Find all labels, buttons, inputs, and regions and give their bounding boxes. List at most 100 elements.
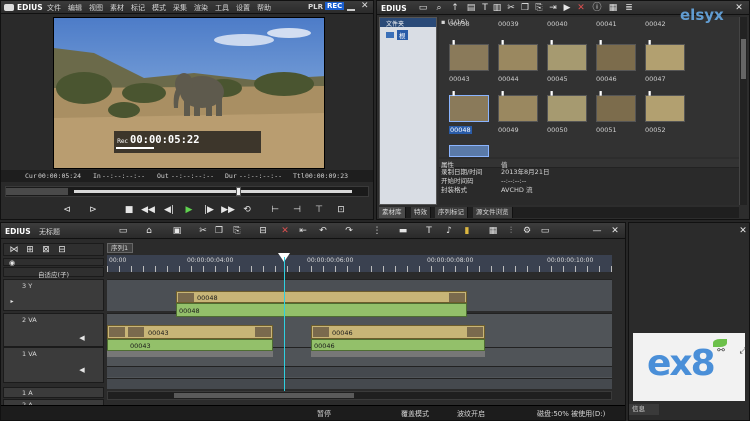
clip-item[interactable]: ▮ 00044 bbox=[498, 39, 538, 83]
stop-icon[interactable]: ■ bbox=[123, 204, 135, 216]
step-forward-icon[interactable]: |▶ bbox=[203, 204, 215, 216]
render-icon[interactable]: ▮ bbox=[461, 225, 473, 237]
clip-item[interactable]: 00041 bbox=[596, 0, 636, 28]
marker-icon[interactable]: ▬ bbox=[397, 225, 409, 237]
clip-item[interactable]: 00042 bbox=[645, 0, 685, 28]
clip-item[interactable]: ▮ 00046 bbox=[596, 39, 636, 83]
cut-icon[interactable]: ✂ bbox=[197, 225, 209, 237]
sequence-tab[interactable]: 序列1 bbox=[107, 243, 133, 253]
bin-tab[interactable]: 源文件浏览 bbox=[473, 207, 513, 218]
snap-icon[interactable]: ⋈ bbox=[8, 244, 20, 256]
clip-item[interactable]: ▮ 00047 bbox=[645, 39, 685, 83]
menu-item[interactable]: 标记 bbox=[131, 4, 145, 12]
ripple-delete-icon[interactable]: ⇤ bbox=[297, 225, 309, 237]
mixer-icon[interactable]: ⫶ bbox=[505, 225, 517, 237]
set-out-icon[interactable]: ⊳ bbox=[87, 204, 99, 216]
plr-toggle[interactable]: PLR bbox=[308, 3, 323, 11]
clip-item[interactable]: ▮ 00050 bbox=[547, 90, 587, 134]
timeline-close-icon[interactable]: ✕ bbox=[609, 225, 621, 237]
search-icon[interactable]: ⌕ bbox=[433, 2, 445, 14]
clip-item[interactable]: 00040 bbox=[547, 0, 587, 28]
copy-icon[interactable]: ❐ bbox=[213, 225, 225, 237]
speaker-icon[interactable]: ◀ bbox=[76, 332, 88, 344]
menu-item[interactable]: 模式 bbox=[152, 4, 166, 12]
bin-tab[interactable]: 序列标记 bbox=[435, 207, 468, 218]
output-icon[interactable]: ▭ bbox=[539, 225, 551, 237]
bin-scrollbar[interactable] bbox=[739, 17, 747, 205]
clip-item[interactable]: ▮ 00043 bbox=[449, 39, 489, 83]
rewind-icon[interactable]: ◀◀ bbox=[141, 204, 155, 216]
speaker-icon[interactable]: ◀ bbox=[76, 364, 88, 376]
expand-icon[interactable]: ⤢ bbox=[737, 345, 749, 357]
clip-00043-audio[interactable]: 00043 bbox=[107, 339, 273, 351]
clip-00046-audio[interactable]: 00046 bbox=[311, 339, 485, 351]
menu-item[interactable]: 工具 bbox=[215, 4, 229, 12]
menu-item[interactable]: 采集 bbox=[173, 4, 187, 12]
close-button[interactable]: ✕ bbox=[361, 1, 369, 11]
timeline-scroll-thumb[interactable] bbox=[174, 393, 354, 398]
replace-icon[interactable]: ⊤ bbox=[313, 204, 325, 216]
grid-icon[interactable]: ▦ bbox=[487, 225, 499, 237]
clip-00043-video[interactable]: 00043 bbox=[107, 325, 273, 339]
menu-item[interactable]: 文件 bbox=[47, 4, 61, 12]
bin-close-icon[interactable]: ✕ bbox=[733, 2, 745, 14]
sync-icon[interactable]: ⊠ bbox=[40, 244, 52, 256]
bin-tab[interactable]: 特效 bbox=[411, 207, 431, 218]
settings-icon[interactable]: ⚙ bbox=[521, 225, 533, 237]
mode-icon[interactable]: ⊟ bbox=[257, 225, 269, 237]
new-sequence-icon[interactable]: ▭ bbox=[117, 225, 129, 237]
split-icon[interactable]: ⋮ bbox=[371, 225, 383, 237]
clip-item[interactable]: ▮ 00048 bbox=[449, 90, 489, 134]
lane-2a[interactable] bbox=[107, 378, 612, 389]
timeline-minimize-icon[interactable]: — bbox=[591, 225, 603, 237]
track-mode-selector[interactable]: 自适应(子) bbox=[3, 267, 104, 279]
overwrite-icon[interactable]: ⊣ bbox=[291, 204, 303, 216]
timeline-ruler[interactable]: 00:00 00:00:00:04:00 00:00:00:06:00 00:0… bbox=[107, 253, 612, 272]
loop-icon[interactable]: ⟲ bbox=[241, 204, 253, 216]
open-project-icon[interactable]: ⌂ bbox=[143, 225, 155, 237]
rec-toggle[interactable]: REC bbox=[325, 2, 345, 10]
clip-00048-audio[interactable]: 00048 bbox=[176, 303, 467, 317]
menu-item[interactable]: 帮助 bbox=[257, 4, 271, 12]
output-icon[interactable]: ⊡ bbox=[335, 204, 347, 216]
minimize-button[interactable] bbox=[347, 3, 355, 11]
fast-forward-icon[interactable]: ▶▶ bbox=[221, 204, 235, 216]
delete-icon[interactable]: ✕ bbox=[279, 225, 291, 237]
step-back-icon[interactable]: ◀| bbox=[163, 204, 175, 216]
timeline-scrollbar[interactable] bbox=[107, 391, 612, 400]
audio-icon[interactable]: ♪ bbox=[443, 225, 455, 237]
clip-item[interactable]: ▮ 00045 bbox=[547, 39, 587, 83]
slider-thumb[interactable] bbox=[236, 187, 241, 196]
root-folder[interactable]: 根 bbox=[386, 30, 436, 40]
clip-item[interactable]: 00038 bbox=[449, 0, 489, 28]
clip-00048-video[interactable]: 00048 bbox=[176, 291, 467, 303]
link-icon[interactable]: ⚯ bbox=[715, 345, 727, 357]
bin-scroll-thumb[interactable] bbox=[741, 39, 746, 79]
menu-item[interactable]: 渲染 bbox=[194, 4, 208, 12]
position-slider[interactable] bbox=[5, 186, 369, 197]
menu-item[interactable]: 设置 bbox=[236, 4, 250, 12]
save-project-icon[interactable]: ▣ bbox=[171, 225, 183, 237]
set-in-icon[interactable]: ⊲ bbox=[61, 204, 73, 216]
clip-placeholder[interactable] bbox=[449, 145, 489, 157]
bin-tab[interactable]: 素材库 bbox=[379, 207, 406, 218]
insert-icon[interactable]: ⊢ bbox=[269, 204, 281, 216]
clip-item[interactable]: ▮ 00051 bbox=[596, 90, 636, 134]
menu-item[interactable]: 素材 bbox=[110, 4, 124, 12]
group-icon[interactable]: ⊟ bbox=[56, 244, 68, 256]
menu-item[interactable]: 编辑 bbox=[68, 4, 82, 12]
track-expand-icon[interactable]: ▸ bbox=[6, 296, 18, 308]
title-icon[interactable]: T bbox=[423, 225, 435, 237]
clip-00046-video[interactable]: 00046 bbox=[311, 325, 485, 339]
paste-icon[interactable]: ⎘ bbox=[231, 225, 243, 237]
info-tab[interactable]: 信息 bbox=[629, 404, 659, 415]
clip-item[interactable]: ▮ 00052 bbox=[645, 90, 685, 134]
panel-close-icon[interactable]: ✕ bbox=[737, 225, 749, 237]
playhead-line[interactable] bbox=[284, 257, 285, 399]
play-icon[interactable]: ▶ bbox=[183, 204, 195, 216]
link-icon[interactable]: ⊞ bbox=[24, 244, 36, 256]
redo-icon[interactable]: ↷ bbox=[343, 225, 355, 237]
clip-item[interactable]: 00039 bbox=[498, 0, 538, 28]
folder-icon[interactable]: ▭ bbox=[417, 2, 429, 14]
lane-1a[interactable] bbox=[107, 366, 612, 377]
